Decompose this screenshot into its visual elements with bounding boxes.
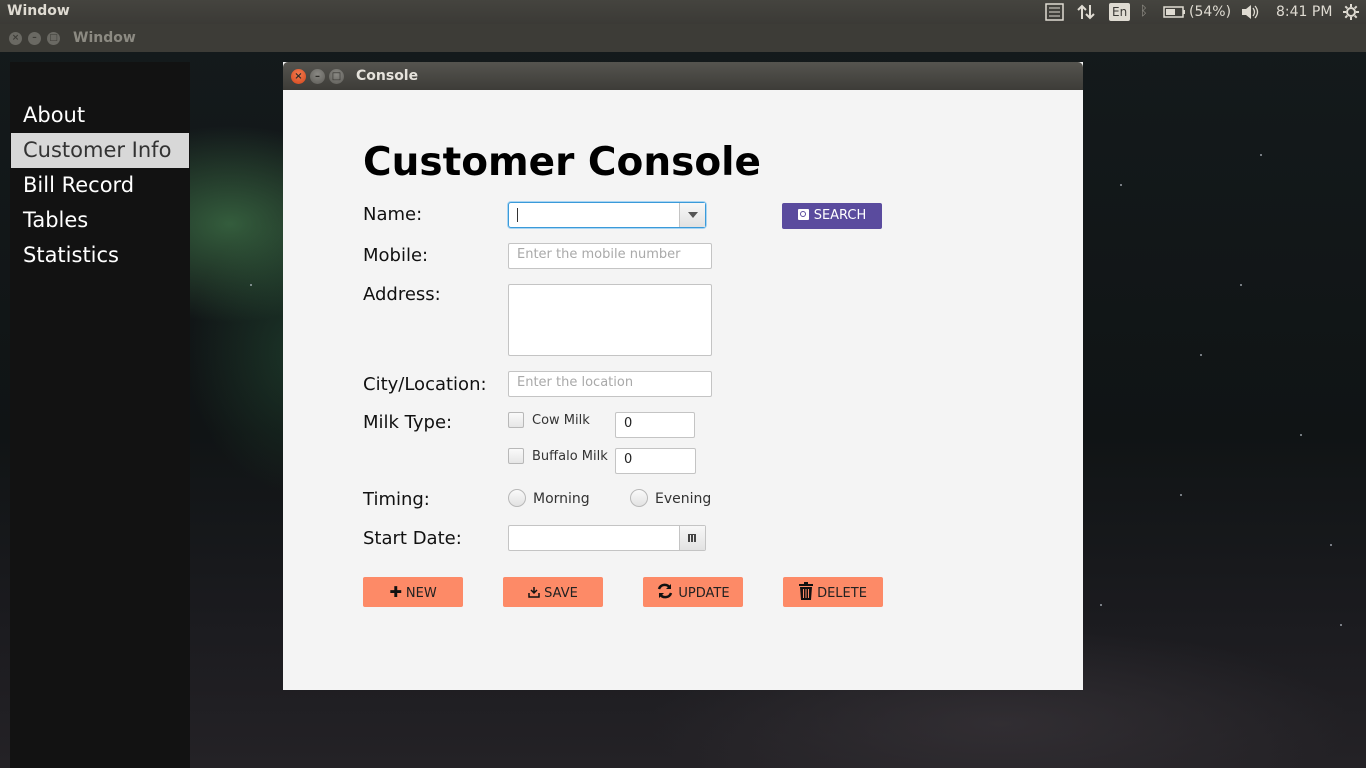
top-panel: Window En ᛒ (54%) 8:41 PM: [0, 0, 1366, 24]
name-label: Name:: [363, 204, 423, 225]
text-cursor: [517, 208, 518, 222]
search-button-label: SEARCH: [813, 208, 867, 223]
battery-percentage[interactable]: (54%): [1189, 3, 1231, 21]
update-button-label: UPDATE: [678, 586, 730, 601]
cow-milk-checkbox[interactable]: [508, 412, 524, 428]
sidebar-item-statistics[interactable]: Statistics: [11, 238, 189, 273]
keyboard-layout-indicator[interactable]: En: [1109, 3, 1131, 21]
outer-window-title: Window: [73, 30, 136, 46]
name-dropdown-button[interactable]: [679, 203, 705, 227]
sidebar-item-about[interactable]: About: [11, 98, 189, 133]
buffalo-milk-quantity-input[interactable]: 0: [615, 448, 696, 474]
outer-window-titlebar: × – □ Window: [0, 24, 1366, 52]
console-window: × – □ Console Customer Console Name: SEA…: [283, 62, 1083, 690]
outer-minimize-button[interactable]: –: [28, 32, 41, 45]
chevron-down-icon: [688, 212, 698, 218]
name-combobox[interactable]: [508, 202, 706, 228]
console-titlebar[interactable]: × – □ Console: [283, 62, 1083, 90]
new-button[interactable]: ✚ NEW: [363, 577, 463, 607]
console-close-button[interactable]: ×: [291, 69, 306, 84]
delete-button-label: DELETE: [817, 586, 867, 601]
start-date-picker[interactable]: [508, 525, 706, 551]
menu-list-icon[interactable]: [1045, 3, 1064, 21]
delete-button[interactable]: DELETE: [783, 577, 883, 607]
volume-icon[interactable]: [1240, 3, 1260, 21]
settings-gear-icon[interactable]: [1342, 3, 1360, 21]
city-input[interactable]: Enter the location: [508, 371, 712, 397]
app-title: Window: [7, 3, 70, 19]
evening-radio[interactable]: [630, 489, 648, 507]
outer-maximize-button[interactable]: □: [47, 32, 60, 45]
bluetooth-icon[interactable]: ᛒ: [1140, 3, 1148, 21]
buffalo-milk-checkbox[interactable]: [508, 448, 524, 464]
address-textarea[interactable]: [508, 284, 712, 356]
clock[interactable]: 8:41 PM: [1276, 3, 1332, 21]
start-date-label: Start Date:: [363, 528, 462, 549]
timing-label: Timing:: [363, 489, 430, 510]
calendar-button[interactable]: [679, 526, 705, 550]
refresh-icon: [656, 577, 674, 607]
save-button[interactable]: SAVE: [503, 577, 603, 607]
city-label: City/Location:: [363, 374, 487, 395]
buffalo-milk-label[interactable]: Buffalo Milk: [532, 449, 608, 464]
evening-label[interactable]: Evening: [655, 491, 711, 507]
sidebar-item-bill-record[interactable]: Bill Record: [11, 168, 189, 203]
calendar-icon: [688, 534, 696, 542]
page-title: Customer Console: [363, 140, 761, 185]
sidebar: About Customer Info Bill Record Tables S…: [10, 62, 190, 768]
plus-icon: ✚: [389, 583, 402, 601]
sidebar-item-tables[interactable]: Tables: [11, 203, 189, 238]
search-button[interactable]: SEARCH: [782, 203, 882, 229]
save-button-label: SAVE: [544, 586, 578, 601]
update-button[interactable]: UPDATE: [643, 577, 743, 607]
mobile-input[interactable]: Enter the mobile number: [508, 243, 712, 269]
search-icon: [797, 209, 809, 220]
download-save-icon: [528, 577, 540, 607]
outer-close-button[interactable]: ×: [9, 32, 22, 45]
battery-icon[interactable]: [1163, 3, 1187, 21]
new-button-label: NEW: [405, 586, 437, 601]
console-maximize-button[interactable]: □: [329, 69, 344, 84]
sidebar-item-customer-info[interactable]: Customer Info: [11, 133, 189, 168]
console-minimize-button[interactable]: –: [310, 69, 325, 84]
network-transfer-icon[interactable]: [1077, 3, 1095, 21]
cow-milk-quantity-input[interactable]: 0: [615, 412, 695, 438]
morning-radio[interactable]: [508, 489, 526, 507]
address-label: Address:: [363, 284, 441, 305]
mobile-label: Mobile:: [363, 245, 429, 266]
milk-type-label: Milk Type:: [363, 412, 453, 433]
console-title: Console: [356, 68, 419, 84]
morning-label[interactable]: Morning: [533, 491, 590, 507]
cow-milk-label[interactable]: Cow Milk: [532, 413, 590, 428]
trash-icon: [799, 577, 814, 607]
